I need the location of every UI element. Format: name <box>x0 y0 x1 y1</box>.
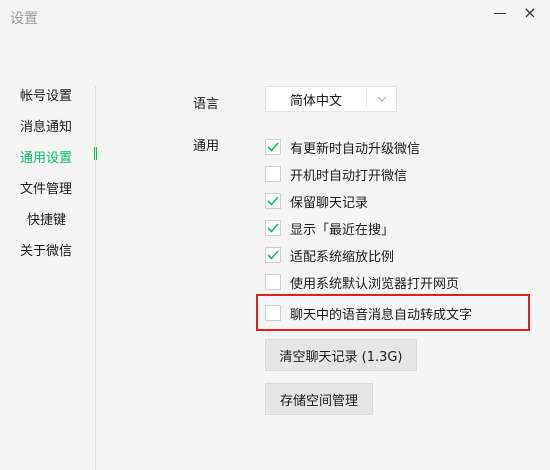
language-label: 语言 <box>193 97 220 112</box>
check-icon <box>267 196 279 206</box>
option-system-scaling[interactable]: 适配系统缩放比例 <box>265 246 395 265</box>
checkbox-system-scaling[interactable] <box>265 247 281 263</box>
check-icon <box>267 250 279 260</box>
language-select[interactable]: 简体中文 <box>265 86 397 112</box>
checkbox-show-recent-search[interactable] <box>265 220 281 236</box>
annotation-highlight-box <box>256 294 530 331</box>
option-label: 使用系统默认浏览器打开网页 <box>290 276 460 292</box>
chevron-down-icon[interactable] <box>367 96 396 102</box>
checkbox-launch-on-startup[interactable] <box>265 166 281 182</box>
sidebar-item-shortcuts[interactable]: 快捷键 <box>27 209 66 228</box>
sidebar-item-general[interactable]: 通用设置 <box>20 147 72 166</box>
check-icon <box>267 142 279 152</box>
sidebar-divider <box>95 86 96 470</box>
clear-history-button[interactable]: 清空聊天记录 (1.3G) <box>265 339 417 371</box>
close-icon: × <box>523 3 537 22</box>
option-keep-history[interactable]: 保留聊天记录 <box>265 192 369 211</box>
option-auto-update[interactable]: 有更新时自动升级微信 <box>265 138 421 157</box>
sidebar-item-account[interactable]: 帐号设置 <box>20 85 72 104</box>
close-button[interactable]: × <box>518 2 542 24</box>
option-label: 显示「最近在搜」 <box>290 222 395 238</box>
option-launch-on-startup[interactable]: 开机时自动打开微信 <box>265 165 408 184</box>
storage-manage-button[interactable]: 存储空间管理 <box>265 383 373 415</box>
option-label: 开机时自动打开微信 <box>290 168 408 184</box>
language-select-value: 简体中文 <box>289 93 342 109</box>
checkbox-keep-history[interactable] <box>265 193 281 209</box>
general-label: 通用 <box>193 139 220 154</box>
option-default-browser[interactable]: 使用系统默认浏览器打开网页 <box>265 273 460 292</box>
sidebar-item-files[interactable]: 文件管理 <box>20 178 72 197</box>
check-icon <box>267 223 279 233</box>
option-show-recent-search[interactable]: 显示「最近在搜」 <box>265 219 395 238</box>
sidebar-item-notifications[interactable]: 消息通知 <box>20 116 72 135</box>
checkbox-auto-update[interactable] <box>265 139 281 155</box>
window-title: 设置 <box>10 11 38 27</box>
option-label: 适配系统缩放比例 <box>290 249 395 265</box>
minimize-icon <box>494 12 506 14</box>
checkbox-default-browser[interactable] <box>265 274 281 290</box>
option-label: 有更新时自动升级微信 <box>290 141 421 157</box>
minimize-button[interactable] <box>488 2 512 24</box>
option-label: 保留聊天记录 <box>290 195 369 211</box>
sidebar-item-about[interactable]: 关于微信 <box>20 240 72 259</box>
